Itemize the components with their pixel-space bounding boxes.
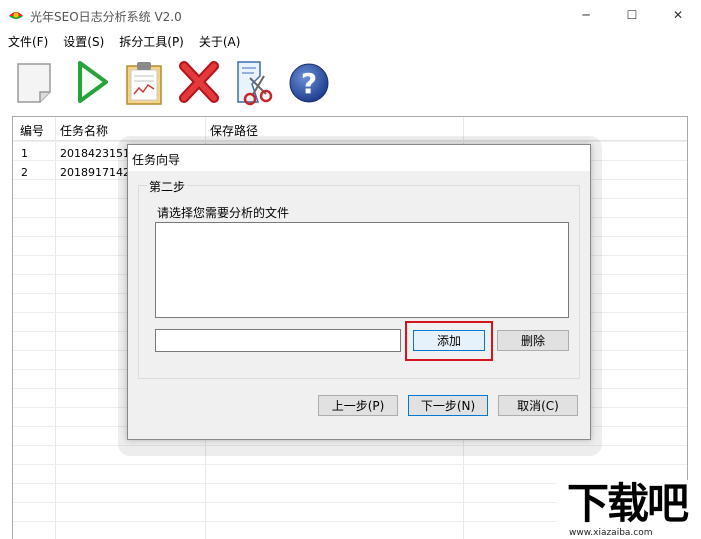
- new-task-button[interactable]: [12, 58, 58, 106]
- help-question-icon: ?: [289, 63, 329, 103]
- menu-about[interactable]: 关于(A): [191, 30, 248, 52]
- menu-split-tools[interactable]: 拆分工具(P): [111, 30, 191, 52]
- menu-settings[interactable]: 设置(S): [55, 30, 111, 52]
- column-header-task-name[interactable]: 任务名称: [60, 122, 108, 139]
- report-button[interactable]: [122, 58, 168, 106]
- cancel-button[interactable]: 取消(C): [498, 395, 578, 416]
- help-button[interactable]: ?: [286, 58, 332, 106]
- help-glyph: ?: [301, 67, 317, 100]
- maximize-icon: ☐: [626, 8, 638, 22]
- delete-x-icon: [179, 61, 219, 103]
- minimize-icon: ─: [582, 8, 590, 22]
- next-step-button[interactable]: 下一步(N): [408, 395, 488, 416]
- window-title: 光年SEO日志分析系统 V2.0: [30, 10, 182, 24]
- start-button[interactable]: [70, 58, 116, 106]
- split-tool-button[interactable]: [232, 58, 278, 106]
- new-document-icon: [17, 63, 51, 103]
- watermark-url: www.xiazaiba.com: [569, 528, 653, 538]
- close-button[interactable]: ✕: [655, 0, 701, 30]
- row-id: 2: [21, 166, 28, 179]
- minimize-button[interactable]: ─: [563, 0, 609, 30]
- delete-file-button[interactable]: 删除: [497, 330, 569, 351]
- previous-step-button[interactable]: 上一步(P): [318, 395, 398, 416]
- menu-file[interactable]: 文件(F): [0, 30, 55, 52]
- app-logo-icon: [9, 12, 23, 19]
- clipboard-report-icon: [126, 62, 162, 105]
- close-icon: ✕: [672, 8, 684, 22]
- row-id: 1: [21, 147, 28, 160]
- watermark-brand: 下载吧: [567, 479, 689, 528]
- file-select-prompt: 请选择您需要分析的文件: [157, 206, 290, 220]
- add-button[interactable]: 添加: [413, 330, 485, 351]
- task-wizard-dialog: 任务向导 第二步 请选择您需要分析的文件 添加 删除 上一步(P) 下一步(N)…: [127, 144, 591, 440]
- step-groupbox: 第二步 请选择您需要分析的文件 添加 删除: [138, 178, 580, 379]
- delete-button[interactable]: [176, 58, 222, 106]
- toolbar: ?: [0, 54, 701, 112]
- split-scissors-icon: [237, 61, 273, 106]
- column-header-id[interactable]: 编号: [20, 122, 44, 139]
- dialog-title-bar: 任务向导: [128, 145, 590, 171]
- step-label: 第二步: [147, 178, 188, 195]
- main-window: 光年SEO日志分析系统 V2.0 ─ ☐ ✕ 文件(F) 设置(S) 拆分工具(…: [0, 0, 701, 539]
- title-bar: 光年SEO日志分析系统 V2.0 ─ ☐ ✕: [0, 0, 701, 30]
- file-listbox[interactable]: [155, 222, 569, 318]
- play-icon: [78, 61, 108, 103]
- file-path-input[interactable]: [155, 329, 401, 352]
- menu-bar: 文件(F) 设置(S) 拆分工具(P) 关于(A): [0, 30, 701, 52]
- watermark: 下载吧 www.xiazaiba.com: [557, 480, 701, 539]
- maximize-button[interactable]: ☐: [609, 0, 655, 30]
- dialog-title: 任务向导: [132, 153, 181, 167]
